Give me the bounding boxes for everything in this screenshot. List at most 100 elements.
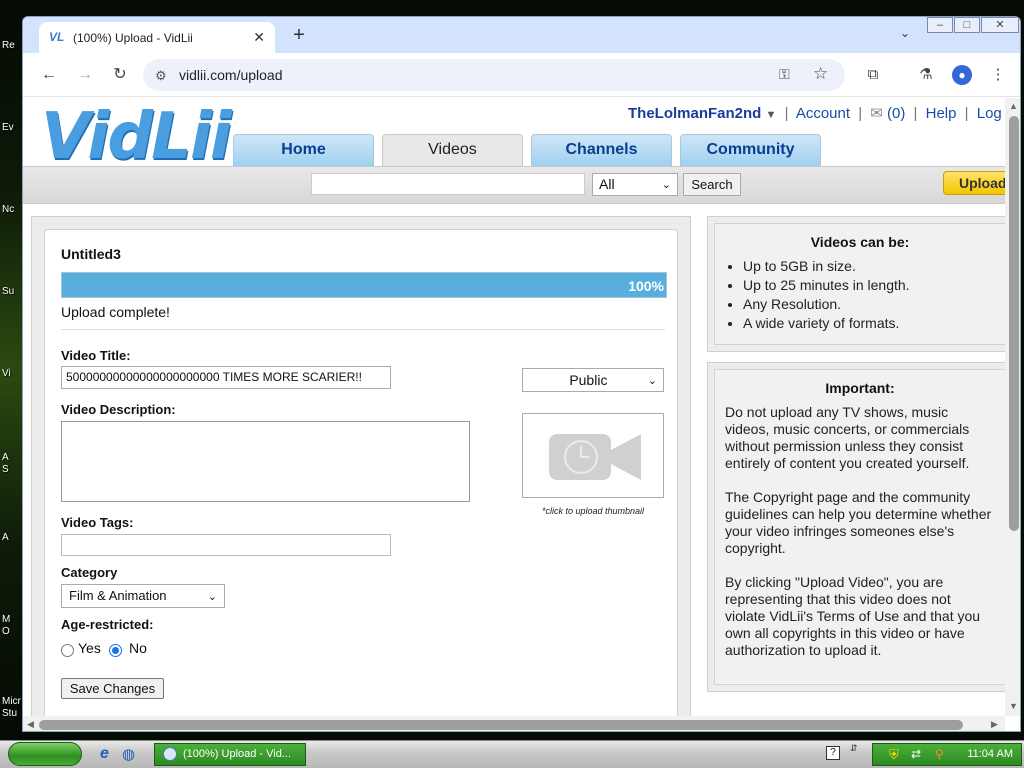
important-panel: Important: Do not upload any TV shows, m… bbox=[714, 369, 1005, 685]
tab-channels[interactable]: Channels bbox=[531, 134, 672, 166]
taskbar-task[interactable]: (100%) Upload - Vid... bbox=[154, 743, 306, 766]
new-tab-icon[interactable]: + bbox=[289, 25, 309, 45]
privacy-select[interactable]: Public ⌄ bbox=[522, 368, 664, 392]
account-link[interactable]: Account bbox=[796, 105, 850, 122]
taskbar-task-label: (100%) Upload - Vid... bbox=[183, 748, 292, 760]
save-changes-button[interactable]: Save Changes bbox=[61, 678, 164, 699]
divider bbox=[61, 329, 665, 330]
help-icon[interactable]: ? bbox=[826, 746, 840, 760]
start-button[interactable] bbox=[8, 742, 82, 766]
security-shield-icon[interactable]: ⛨ bbox=[889, 747, 899, 763]
tab-videos[interactable]: Videos bbox=[382, 134, 523, 166]
desktop-icon-label[interactable]: O bbox=[2, 626, 10, 637]
list-item: A wide variety of formats. bbox=[743, 315, 995, 331]
tab-community[interactable]: Community bbox=[680, 134, 821, 166]
horizontal-scrollbar[interactable]: ◀ ▶ bbox=[23, 716, 1005, 731]
extensions-icon[interactable]: ⧉ bbox=[863, 65, 883, 85]
scroll-right-icon[interactable]: ▶ bbox=[991, 719, 998, 730]
tab-home[interactable]: Home bbox=[233, 134, 374, 166]
desktop-icon-label[interactable]: A bbox=[2, 452, 9, 463]
chevron-down-icon: ⌄ bbox=[661, 179, 671, 191]
menu-kebab-icon[interactable]: ⋮ bbox=[988, 65, 1008, 85]
category-select[interactable]: Film & Animation ⌄ bbox=[61, 584, 225, 608]
search-tray-icon[interactable]: ⚲ bbox=[935, 747, 944, 761]
site-info-icon[interactable]: ⚙ bbox=[155, 68, 167, 84]
search-input[interactable] bbox=[311, 173, 585, 195]
address-bar[interactable]: ⚙ vidlii.com/upload ⚿ ☆ bbox=[143, 59, 845, 91]
forward-icon[interactable]: → bbox=[75, 65, 95, 85]
video-title-input[interactable]: 50000000000000000000000 TIMES MORE SCARI… bbox=[61, 366, 391, 389]
profile-icon[interactable]: ● bbox=[952, 65, 972, 85]
video-description-textarea[interactable] bbox=[61, 421, 470, 502]
web-page: VidLii TheLolmanFan2nd ▼ | Account | ✉ (… bbox=[23, 98, 1005, 716]
desktop-icon-label[interactable]: A bbox=[2, 532, 9, 543]
desktop-icon-label[interactable]: Ev bbox=[2, 122, 14, 133]
age-no-radio[interactable] bbox=[109, 644, 122, 657]
desktop-icon-label[interactable]: S bbox=[2, 464, 9, 475]
vidlii-logo[interactable]: VidLii bbox=[41, 100, 232, 174]
bookmark-star-icon[interactable]: ☆ bbox=[813, 64, 828, 84]
search-button[interactable]: Search bbox=[683, 173, 741, 196]
desktop-icon-label[interactable]: Micr bbox=[2, 696, 21, 707]
upload-status: Upload complete! bbox=[61, 304, 170, 320]
network-icon[interactable]: ⇄ bbox=[911, 747, 921, 761]
user-bar: TheLolmanFan2nd ▼ | Account | ✉ (0) | He… bbox=[628, 104, 1005, 122]
back-icon[interactable]: ← bbox=[39, 65, 59, 85]
reload-icon[interactable]: ↻ bbox=[110, 65, 130, 85]
desktop-icon-label[interactable]: M bbox=[2, 614, 10, 625]
browser-quicklaunch-icon[interactable]: ◍ bbox=[122, 745, 135, 763]
chevron-down-icon: ⌄ bbox=[647, 375, 657, 387]
minimize-icon[interactable]: – bbox=[927, 17, 953, 33]
desktop-icon-label[interactable]: Su bbox=[2, 286, 14, 297]
maximize-icon[interactable]: □ bbox=[954, 17, 980, 33]
video-description-label: Video Description: bbox=[61, 402, 176, 417]
category-label: Category bbox=[61, 565, 118, 580]
address-url[interactable]: vidlii.com/upload bbox=[179, 67, 283, 83]
chevron-down-icon: ⌄ bbox=[207, 591, 217, 603]
separator: | bbox=[964, 105, 969, 122]
desktop-icon-label[interactable]: Nc bbox=[2, 204, 14, 215]
tab-title: (100%) Upload - VidLii bbox=[73, 30, 193, 45]
vertical-scroll-thumb[interactable] bbox=[1009, 116, 1019, 531]
close-window-icon[interactable]: ✕ bbox=[981, 17, 1019, 33]
inbox-count-link[interactable]: (0) bbox=[887, 105, 905, 122]
tab-search-chevron-icon[interactable]: ⌄ bbox=[893, 26, 917, 46]
help-link[interactable]: Help bbox=[926, 105, 957, 122]
upload-progress-label: 100% bbox=[628, 278, 664, 294]
vertical-scrollbar[interactable]: ▲ ▼ bbox=[1005, 98, 1020, 716]
age-no-label[interactable]: No bbox=[129, 640, 147, 656]
video-camera-icon bbox=[549, 434, 641, 480]
separator: | bbox=[913, 105, 918, 122]
inbox-envelope-icon[interactable]: ✉ bbox=[870, 105, 883, 122]
close-tab-icon[interactable]: ✕ bbox=[253, 29, 265, 46]
scroll-left-icon[interactable]: ◀ bbox=[27, 719, 34, 730]
password-key-icon[interactable]: ⚿ bbox=[779, 66, 790, 83]
logout-link[interactable]: Log C bbox=[977, 105, 1005, 122]
horizontal-scroll-thumb[interactable] bbox=[39, 720, 963, 730]
scroll-down-icon[interactable]: ▼ bbox=[1009, 701, 1018, 711]
age-yes-radio[interactable] bbox=[61, 644, 74, 657]
separator: | bbox=[858, 105, 863, 122]
age-yes-label[interactable]: Yes bbox=[78, 640, 101, 656]
desktop-icon-label[interactable]: Stu bbox=[2, 708, 17, 719]
clock[interactable]: 11:04 AM bbox=[967, 748, 1013, 760]
browser-toolbar: ← → ↻ ⚙ vidlii.com/upload ⚿ ☆ ⧉ ⚗ ● ⋮ bbox=[23, 53, 1020, 97]
desktop-icon-label[interactable]: Vi bbox=[2, 368, 11, 379]
labs-flask-icon[interactable]: ⚗ bbox=[916, 65, 936, 85]
internet-explorer-icon[interactable]: e bbox=[100, 745, 109, 763]
chevron-down-icon[interactable]: ▼ bbox=[766, 109, 777, 121]
upload-progress-bar: 100% bbox=[61, 272, 667, 298]
search-scope-select[interactable]: All ⌄ bbox=[592, 173, 678, 196]
tray-arrows-icon[interactable]: ⇵ bbox=[850, 743, 858, 754]
limits-title: Videos can be: bbox=[810, 234, 910, 250]
thumbnail-upload[interactable] bbox=[522, 413, 664, 498]
vidlii-favicon-icon: VL bbox=[49, 29, 65, 44]
username-link[interactable]: TheLolmanFan2nd bbox=[628, 105, 761, 122]
scroll-up-icon[interactable]: ▲ bbox=[1009, 101, 1018, 111]
upload-button[interactable]: Upload bbox=[943, 171, 1005, 195]
desktop-icon-label[interactable]: Re bbox=[2, 40, 15, 51]
video-tags-input[interactable] bbox=[61, 534, 391, 556]
browser-window: VL (100%) Upload - VidLii ✕ + ⌄ – □ ✕ ← … bbox=[22, 16, 1021, 732]
category-value: Film & Animation bbox=[69, 588, 167, 603]
browser-tab[interactable]: VL (100%) Upload - VidLii ✕ bbox=[39, 22, 275, 53]
